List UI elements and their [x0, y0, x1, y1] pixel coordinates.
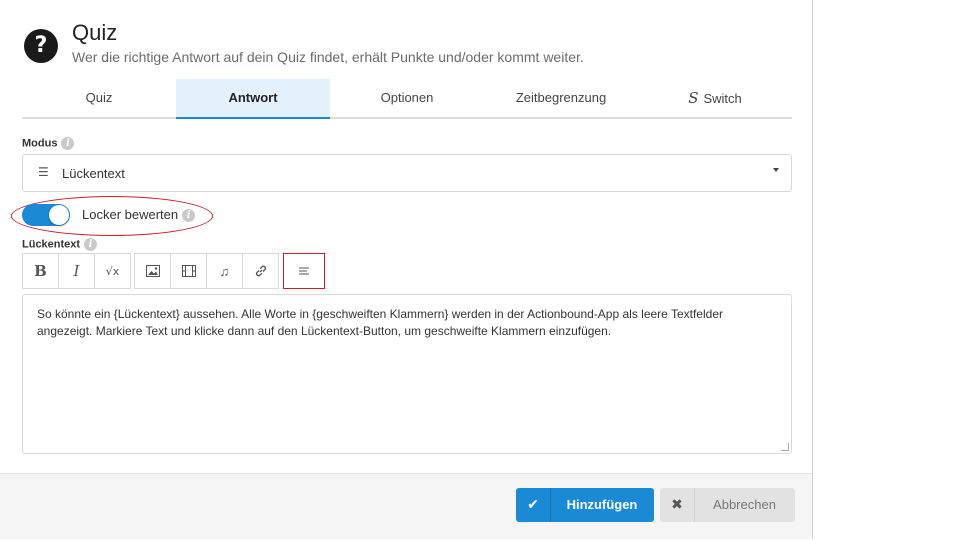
- info-icon[interactable]: i: [84, 238, 98, 251]
- switch-icon: S: [688, 89, 699, 107]
- tab-optionen-label: Optionen: [380, 90, 434, 105]
- editor-text[interactable]: So könnte ein {Lückentext} aussehen. All…: [37, 306, 767, 340]
- tab-bar: Quiz Antwort Optionen Zeitbegrenzung S Sw…: [22, 79, 792, 119]
- image-button[interactable]: [134, 253, 171, 289]
- add-button[interactable]: ✔ Hinzufügen: [516, 488, 654, 522]
- lines-icon: ☰: [38, 165, 49, 179]
- link-icon: [255, 265, 266, 277]
- cancel-button[interactable]: ✖ Abbrechen: [660, 488, 795, 522]
- toggle-knob: [49, 205, 69, 225]
- lueckentext-label-row: Lückentext i: [22, 238, 98, 251]
- film-icon: [181, 265, 196, 277]
- toggle-label: Locker bewerten: [82, 207, 179, 222]
- info-icon[interactable]: i: [182, 209, 196, 223]
- cloze-lines-icon: [299, 267, 309, 275]
- chevron-down-icon: [773, 168, 779, 172]
- add-button-label: Hinzufügen: [566, 497, 638, 512]
- check-icon: ✔: [516, 488, 551, 522]
- tab-switch-label: Switch: [703, 91, 742, 106]
- close-icon: ✖: [660, 488, 695, 522]
- tab-antwort-label: Antwort: [228, 90, 278, 105]
- bold-button[interactable]: B: [22, 253, 59, 289]
- cloze-button[interactable]: [283, 253, 325, 289]
- tab-zeitbegrenzung-label: Zeitbegrenzung: [515, 90, 607, 105]
- dialog-subtitle: Wer die richtige Antwort auf dein Quiz f…: [72, 49, 584, 65]
- lueckentext-editor[interactable]: So könnte ein {Lückentext} aussehen. All…: [22, 294, 792, 454]
- resize-handle[interactable]: [781, 443, 789, 451]
- locker-bewerten-toggle[interactable]: [22, 204, 70, 226]
- link-button[interactable]: [242, 253, 279, 289]
- modus-label: Modus: [22, 137, 58, 150]
- tab-zeitbegrenzung[interactable]: Zeitbegrenzung: [484, 79, 638, 117]
- quiz-dialog: ? Quiz Wer die richtige Antwort auf dein…: [0, 0, 813, 539]
- tab-antwort[interactable]: Antwort: [176, 79, 330, 119]
- tab-switch[interactable]: S Switch: [638, 79, 792, 117]
- audio-button[interactable]: ♫: [206, 253, 243, 289]
- cancel-button-label: Abbrechen: [713, 497, 776, 512]
- modus-select[interactable]: ☰ Lückentext: [22, 154, 792, 192]
- modus-label-row: Modus i: [22, 137, 75, 150]
- music-icon: ♫: [219, 263, 230, 279]
- video-button[interactable]: [170, 253, 207, 289]
- tab-optionen[interactable]: Optionen: [330, 79, 484, 117]
- editor-toolbar: B I √x ♫: [22, 253, 325, 289]
- dialog-title: Quiz: [72, 20, 118, 45]
- tab-quiz-label: Quiz: [85, 90, 113, 105]
- lueckentext-label: Lückentext: [22, 238, 81, 251]
- italic-button[interactable]: I: [58, 253, 95, 289]
- image-icon: [145, 265, 160, 277]
- question-icon: ?: [24, 29, 58, 63]
- info-icon[interactable]: i: [61, 137, 75, 150]
- toggle-label-row: Locker bewerten i: [82, 207, 196, 223]
- modus-value: Lückentext: [62, 166, 125, 181]
- tab-quiz[interactable]: Quiz: [22, 79, 176, 117]
- formula-button[interactable]: √x: [94, 253, 131, 289]
